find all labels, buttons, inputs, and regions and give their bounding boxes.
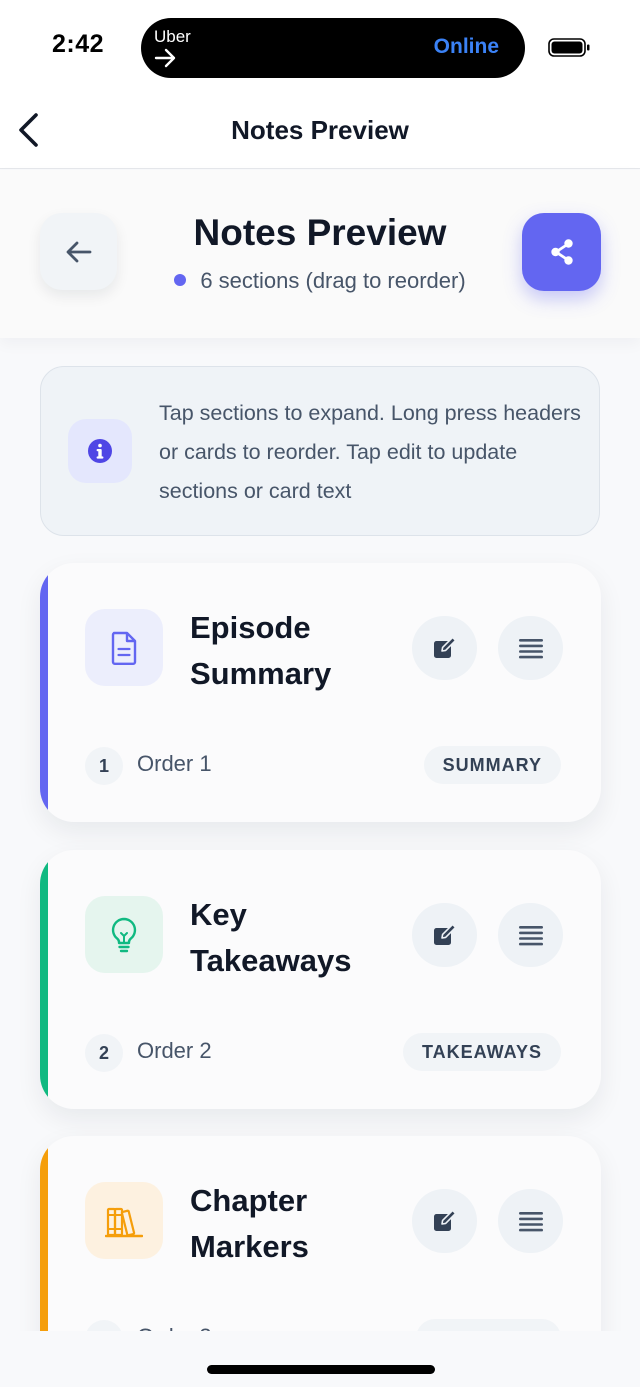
section-card-episode-summary[interactable]: Episode Summary 1 Order 1 SUMMARY [40, 563, 601, 822]
lightbulb-icon [111, 917, 137, 952]
card-accent-bar [40, 850, 48, 1109]
info-icon [88, 439, 112, 463]
drag-handle[interactable] [498, 903, 563, 967]
status-dot [174, 274, 187, 287]
drag-handle-icon [518, 639, 543, 659]
share-button[interactable] [522, 213, 601, 291]
section-title: Chapter Markers [190, 1183, 309, 1264]
section-title: Key Takeaways [190, 897, 352, 978]
bottom-safe-area [0, 1331, 640, 1387]
live-activity-status: Online [433, 35, 499, 58]
battery-icon [548, 38, 590, 57]
navigation-bar: Notes Preview [0, 98, 640, 169]
section-type-tag: SUMMARY [423, 746, 561, 784]
live-activity-pill[interactable]: Uber Online [141, 18, 525, 78]
edit-icon [433, 636, 456, 658]
section-type-tag: TAKEAWAYS [402, 1033, 561, 1071]
info-banner: Tap sections to expand. Long press heade… [40, 366, 600, 536]
order-number-badge: 1 [85, 747, 123, 785]
card-icon-badge [85, 609, 163, 686]
section-card-key-takeaways[interactable]: Key Takeaways 2 Order 2 TAKEAWAYS [40, 850, 601, 1109]
edit-section-button[interactable] [412, 616, 477, 680]
edit-section-button[interactable] [412, 903, 477, 967]
info-text: Tap sections to expand. Long press heade… [159, 401, 581, 503]
arrow-right-icon [154, 48, 176, 68]
books-icon [105, 1207, 143, 1237]
section-title: Episode Summary [190, 610, 332, 691]
drag-handle[interactable] [498, 1189, 563, 1253]
edit-section-button[interactable] [412, 1189, 477, 1253]
card-icon-badge [85, 896, 163, 973]
drag-handle[interactable] [498, 616, 563, 680]
nav-title: Notes Preview [231, 115, 409, 145]
drag-handle-icon [518, 1212, 543, 1232]
order-number-badge: 2 [85, 1034, 123, 1072]
info-icon-badge [68, 419, 132, 483]
status-time: 2:42 [52, 30, 105, 58]
order-label: Order 2 [137, 1038, 212, 1063]
status-bar: 2:42 Uber Online [0, 0, 640, 98]
card-accent-bar [40, 563, 48, 822]
card-icon-badge [85, 1182, 163, 1259]
page-header: Notes Preview 6 sections (drag to reorde… [0, 170, 640, 338]
order-label: Order 1 [137, 751, 212, 776]
edit-icon [433, 923, 456, 945]
section-count: 6 sections (drag to reorder) [200, 268, 466, 293]
drag-handle-icon [518, 926, 543, 946]
edit-icon [433, 1209, 456, 1231]
document-icon [111, 631, 137, 665]
home-indicator[interactable] [207, 1365, 435, 1374]
live-activity-app: Uber [154, 27, 191, 46]
share-icon [550, 239, 573, 265]
